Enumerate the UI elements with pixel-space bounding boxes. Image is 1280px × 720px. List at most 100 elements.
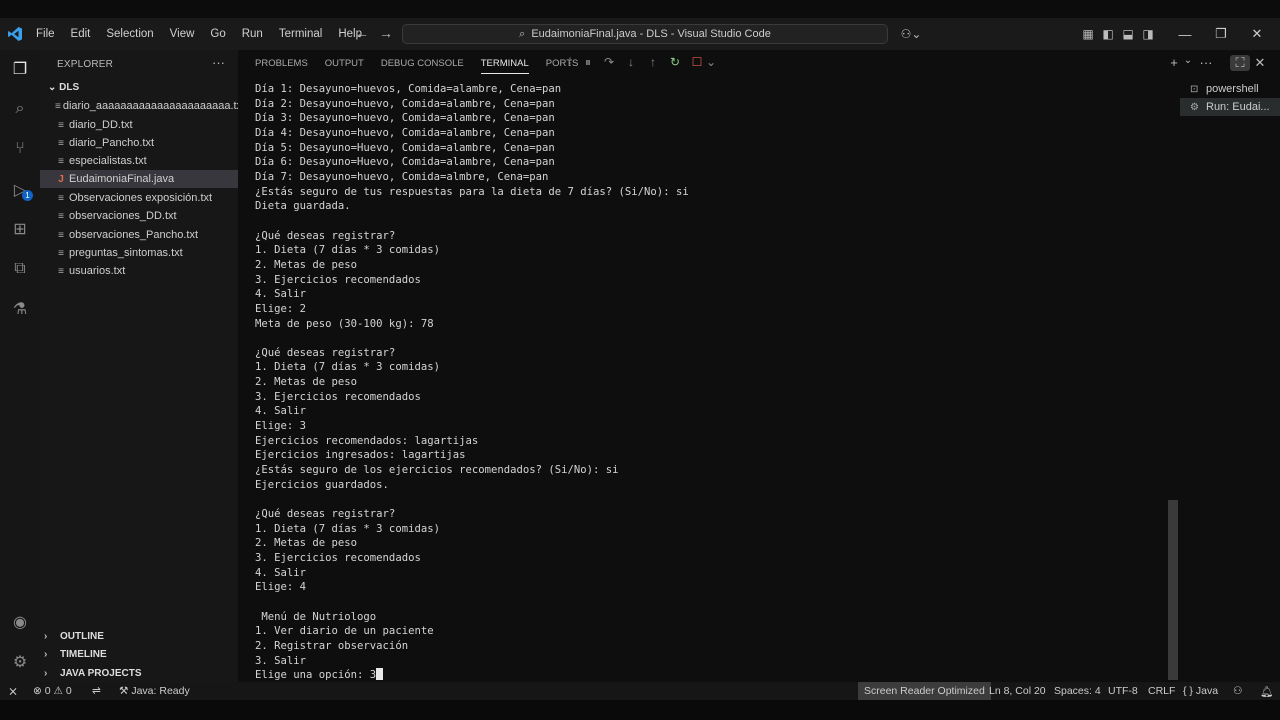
braces-icon: { } [1183,685,1196,697]
text-file-icon: ≡ [58,155,64,167]
java-projects-section[interactable]: › JAVA PROJECTS [40,664,238,682]
error-icon: ⊗ [33,685,42,697]
file-item[interactable]: ≡ observaciones_Pancho.txt [40,226,238,244]
command-center[interactable]: ⌕ EudaimoniaFinal.java - DLS - Visual St… [402,24,888,44]
more-actions-icon[interactable]: ··· [212,55,225,70]
problems-status[interactable]: ⊗ 0 ⚠ 0 [33,682,72,700]
terminal-line: Dieta guardada. [255,200,351,213]
error-count: 0 [44,685,51,697]
terminal-line: 1. Dieta (7 días * 3 comidas) [255,244,440,257]
file-label: observaciones_Pancho.txt [69,229,199,241]
menu-go[interactable]: Go [202,28,233,40]
tab-terminal[interactable]: TERMINAL [473,50,538,76]
account-icon[interactable]: ◉ [0,608,40,636]
tab-output[interactable]: OUTPUT [317,50,373,76]
maximize-panel-icon[interactable]: ⛶ [1230,55,1250,71]
file-item[interactable]: ≡ observaciones_DD.txt [40,207,238,225]
outline-section[interactable]: › OUTLINE [40,627,238,645]
timeline-section[interactable]: › TIMELINE [40,645,238,663]
menu-run[interactable]: Run [234,28,271,40]
remote-icon[interactable]: ⨯ [8,682,18,700]
menu-view[interactable]: View [162,28,203,40]
drag-handle-icon[interactable]: ⁞ [560,55,580,69]
file-item[interactable]: ≡ preguntas_sintomas.txt [40,244,238,262]
debug-badge: 1 [22,190,33,201]
terminal-line: Elige: 3 [255,420,307,433]
encoding-status[interactable]: UTF-8 [1108,682,1138,700]
tab-problems[interactable]: PROBLEMS [238,50,317,76]
terminal-output[interactable]: Día 1: Desayuno=huevos, Comida=alambre, … [255,82,1165,683]
file-item-selected[interactable]: J EudaimoniaFinal.java [40,170,238,188]
toggle-sidebar-icon[interactable]: ◧ [1098,27,1118,41]
close-window-icon[interactable]: ✕ [1239,26,1275,42]
eol-status[interactable]: CRLF [1148,682,1175,700]
cursor-position[interactable]: Ln 8, Col 20 [989,682,1046,700]
pause-icon[interactable]: ⏸ [578,55,598,70]
terminal-scrollbar[interactable] [1168,500,1178,680]
restart-icon[interactable]: ↻ [665,55,685,69]
language-status[interactable]: { } Java [1183,682,1218,700]
terminal-item-powershell[interactable]: ⊡ powershell [1180,80,1280,98]
text-file-icon: ≡ [58,137,64,149]
close-panel-icon[interactable]: ✕ [1250,55,1270,71]
menu-file[interactable]: File [28,28,63,40]
ports-icon[interactable]: ⇌ [92,682,101,700]
extensions-icon[interactable]: ⊞ [0,215,40,243]
source-control-icon[interactable]: ⑂ [0,135,40,163]
menu-selection[interactable]: Selection [98,28,161,40]
indentation-status[interactable]: Spaces: 4 [1054,682,1101,700]
search-icon[interactable]: ⌕ [0,95,40,123]
step-out-icon[interactable]: ↑ [643,55,663,69]
more-actions-icon[interactable]: ··· [1196,55,1216,70]
chevron-down-icon[interactable]: ⌄ [1178,55,1198,66]
menu-edit[interactable]: Edit [63,28,99,40]
file-item[interactable]: ≡ especialistas.txt [40,152,238,170]
forward-arrow-icon[interactable]: → [379,25,393,41]
restore-icon[interactable]: ❐ [1203,26,1239,42]
screen-reader-status[interactable]: Screen Reader Optimized [858,682,991,700]
toggle-secondary-sidebar-icon[interactable]: ◨ [1138,27,1158,41]
remote-explorer-icon[interactable]: ⧉ [0,255,40,283]
explorer-icon[interactable]: ❐ [0,55,40,83]
step-over-icon[interactable]: ↷ [599,55,619,69]
window-controls: — ❐ ✕ [1167,18,1275,50]
customize-layout-icon[interactable]: ▦ [1078,27,1098,41]
run-debug-icon[interactable]: ▷ 1 [0,176,40,204]
step-into-icon[interactable]: ↓ [621,55,641,69]
terminal-line: 3. Ejercicios recomendados [255,273,421,286]
java-status[interactable]: ⚒ Java: Ready [119,682,190,700]
terminal-item-run[interactable]: ⚙ Run: Eudai... [1180,98,1280,116]
terminal-line: 2. Metas de peso [255,537,358,550]
folder-dls[interactable]: ⌄ DLS [48,82,79,93]
file-item[interactable]: ≡ diario_Pancho.txt [40,134,238,152]
back-arrow-icon[interactable]: ← [355,25,369,41]
tab-debug-console[interactable]: DEBUG CONSOLE [373,50,473,76]
menu-terminal[interactable]: Terminal [271,28,330,40]
file-item[interactable]: ≡ usuarios.txt [40,262,238,280]
copilot-status-icon[interactable]: ⚇ [1233,682,1242,700]
text-file-icon: ≡ [58,247,64,259]
chevron-down-icon[interactable]: ⌄ [701,55,721,69]
title-bar: File Edit Selection View Go Run Terminal… [0,18,1280,50]
testing-icon[interactable]: ⚗ [0,295,40,323]
text-file-icon: ≡ [58,265,64,277]
settings-gear-icon[interactable]: ⚙ [0,648,40,676]
vscode-logo-icon [8,27,22,41]
file-label: especialistas.txt [69,155,147,167]
file-label: preguntas_sintomas.txt [69,247,183,259]
terminal-list: ⊡ powershell ⚙ Run: Eudai... [1180,80,1280,116]
file-item[interactable]: ≡ diario_aaaaaaaaaaaaaaaaaaaaaa.txt [40,97,238,115]
file-label: Observaciones exposición.txt [69,192,213,204]
debug-gear-icon: ⚙ [1190,101,1199,113]
file-item[interactable]: ≡ Observaciones exposición.txt [40,189,238,207]
terminal-line: Día 3: Desayuno=huevo, Comida=alambre, C… [255,112,555,125]
toggle-panel-icon[interactable]: ⬓ [1118,27,1138,41]
copilot-icon[interactable]: ⚇⌄ [898,27,924,41]
notifications-bell-icon[interactable]: 🔔︎ [1260,682,1273,700]
text-file-icon: ≡ [58,119,64,131]
file-item[interactable]: ≡ diario_DD.txt [40,116,238,134]
minimize-icon[interactable]: — [1167,27,1203,42]
